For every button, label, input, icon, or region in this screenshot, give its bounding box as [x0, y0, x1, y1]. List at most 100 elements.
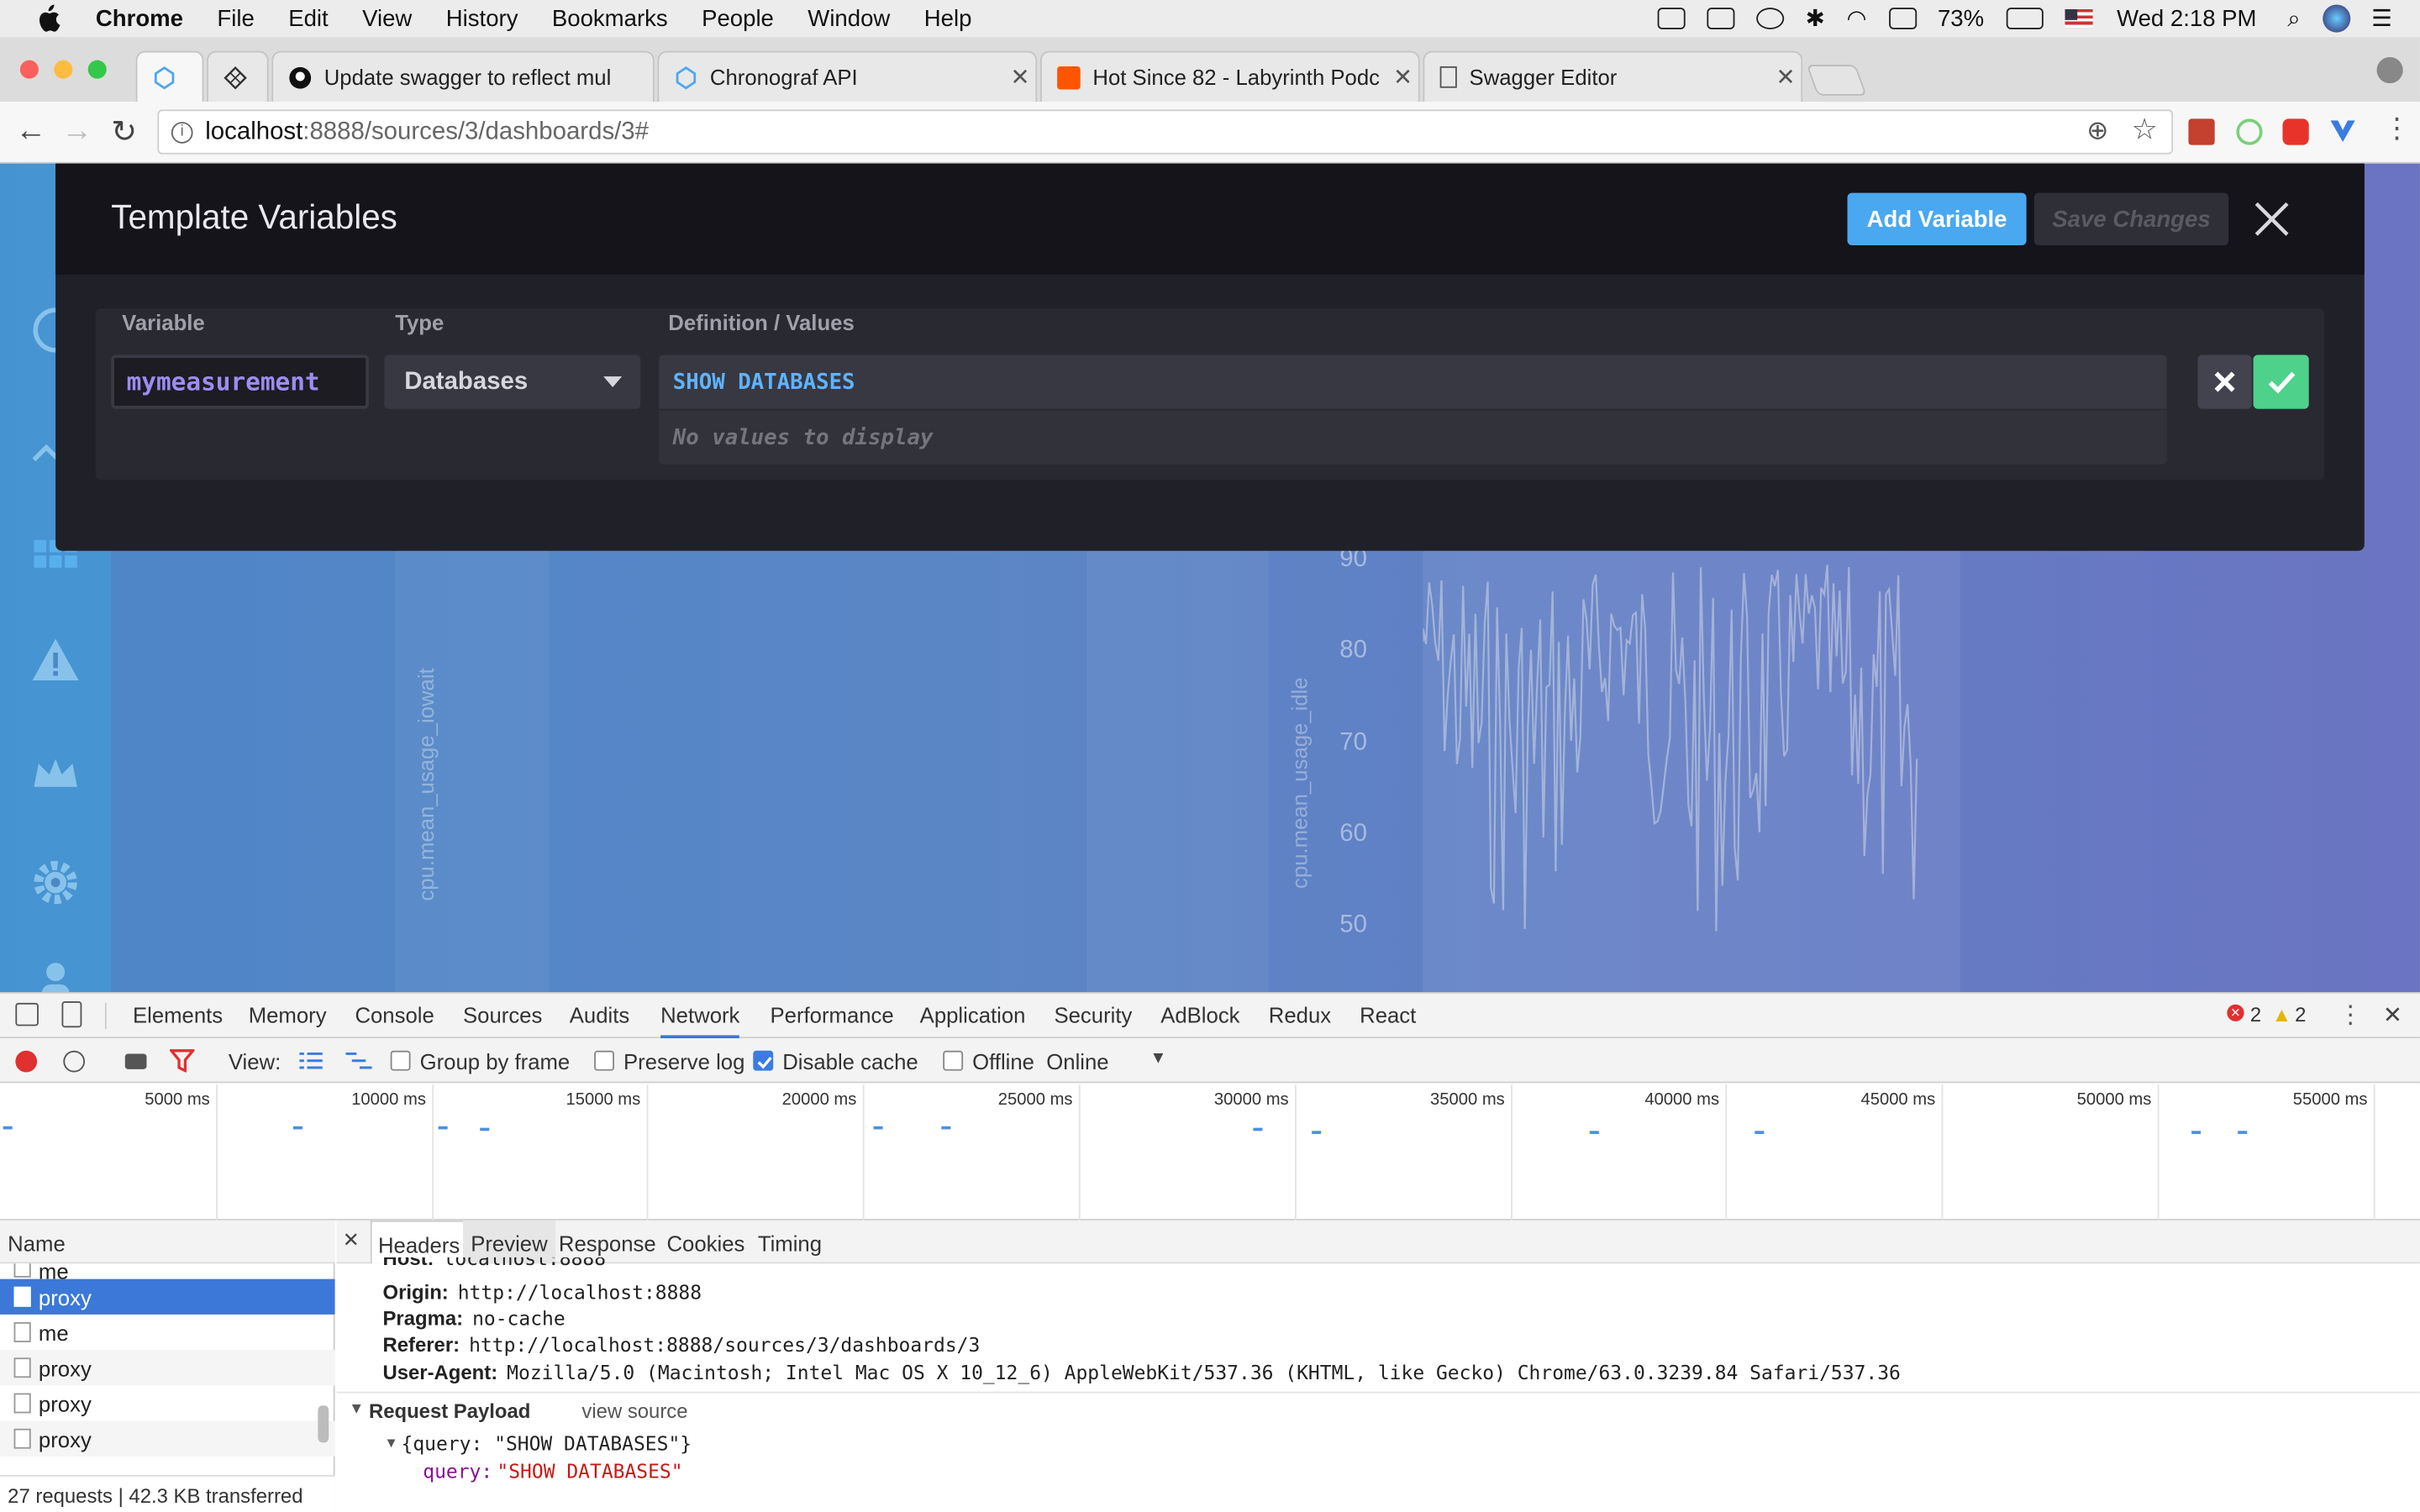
- apple-icon[interactable]: [34, 4, 61, 33]
- menu-edit[interactable]: Edit: [288, 5, 328, 31]
- notification-center-icon[interactable]: ☰: [2371, 5, 2392, 32]
- request-row[interactable]: me: [0, 1315, 335, 1350]
- tab-audits[interactable]: Audits: [570, 1003, 629, 1027]
- user-icon[interactable]: [28, 953, 83, 992]
- waterfall-icon[interactable]: [345, 1052, 372, 1069]
- tab-response[interactable]: Response: [559, 1231, 656, 1256]
- chrome-menu-icon[interactable]: ⋮: [2383, 113, 2411, 145]
- tab-close-icon[interactable]: ✕: [1387, 63, 1418, 91]
- type-dropdown[interactable]: Databases: [384, 354, 641, 409]
- menu-people[interactable]: People: [702, 5, 774, 31]
- save-changes-button[interactable]: Save Changes: [2033, 192, 2229, 246]
- expand-triangle-icon[interactable]: ▼: [384, 1435, 397, 1450]
- list-view-icon[interactable]: [299, 1052, 323, 1069]
- tab-security[interactable]: Security: [1054, 1003, 1132, 1027]
- extension-icon[interactable]: [2188, 118, 2215, 145]
- extension-icon[interactable]: [2236, 118, 2263, 145]
- facetime-icon[interactable]: [1657, 8, 1686, 29]
- tab-chronograf-api[interactable]: Chronograf API ✕: [657, 50, 1038, 102]
- alert-icon[interactable]: [28, 633, 83, 688]
- tab-elements[interactable]: Elements: [133, 1003, 223, 1027]
- offline-checkbox[interactable]: [943, 1050, 964, 1071]
- tab-chronograf[interactable]: [135, 50, 204, 102]
- tab-close-icon[interactable]: ✕: [1005, 63, 1036, 91]
- clock[interactable]: Wed 2:18 PM: [2117, 5, 2256, 31]
- devtools-menu-icon[interactable]: ⋮: [2338, 1000, 2363, 1031]
- warning-icon[interactable]: ▲: [2272, 1003, 2292, 1026]
- request-row[interactable]: proxy: [0, 1420, 335, 1457]
- request-payload-title[interactable]: Request Payload: [369, 1399, 530, 1423]
- view-source-link[interactable]: view source: [581, 1399, 687, 1423]
- collapse-triangle-icon[interactable]: ▼: [349, 1401, 364, 1418]
- error-icon[interactable]: ✕: [2227, 1004, 2244, 1021]
- inspect-element-icon[interactable]: [15, 1002, 39, 1026]
- tab-cookies[interactable]: Cookies: [666, 1231, 744, 1256]
- minimize-window-button[interactable]: [54, 60, 73, 79]
- query-input[interactable]: SHOW DATABASES: [659, 354, 2167, 409]
- tab-memory[interactable]: Memory: [249, 1003, 327, 1027]
- tab-sources[interactable]: Sources: [463, 1003, 542, 1027]
- variable-name-input[interactable]: mymeasurement: [111, 354, 369, 409]
- airplay-icon[interactable]: [1888, 8, 1917, 29]
- tab-soundcloud[interactable]: Hot Since 82 - Labyrinth Podc ✕: [1039, 50, 1420, 102]
- menu-window[interactable]: Window: [808, 5, 890, 31]
- group-by-frame-checkbox[interactable]: [390, 1050, 411, 1071]
- menu-history[interactable]: History: [446, 5, 518, 31]
- tab-pinned-2[interactable]: [207, 50, 269, 102]
- name-column-header[interactable]: Name: [0, 1220, 335, 1264]
- gear-icon[interactable]: [28, 855, 83, 911]
- tab-close-icon[interactable]: ✕: [1770, 63, 1802, 91]
- tab-timing[interactable]: Timing: [758, 1231, 822, 1256]
- bluetooth-icon[interactable]: ✱: [1806, 5, 1825, 32]
- tab-network[interactable]: Network: [660, 1003, 740, 1039]
- tab-github[interactable]: Update swagger to reflect mul: [271, 50, 655, 102]
- menu-bookmarks[interactable]: Bookmarks: [552, 5, 668, 31]
- close-window-button[interactable]: [19, 60, 39, 79]
- wifi-icon[interactable]: ◠: [1846, 5, 1866, 32]
- zoom-icon[interactable]: ⊕: [2086, 116, 2108, 147]
- caret-down-icon[interactable]: ▼: [1150, 1049, 1166, 1068]
- menu-help[interactable]: Help: [924, 5, 972, 31]
- forward-arrow-icon[interactable]: →: [61, 114, 92, 150]
- tab-application[interactable]: Application: [920, 1003, 1026, 1027]
- add-variable-button[interactable]: Add Variable: [1847, 192, 2027, 246]
- scrollbar[interactable]: [318, 1405, 329, 1443]
- record-button[interactable]: [15, 1050, 38, 1073]
- address-bar[interactable]: i localhost:8888/sources/3/dashboards/3#: [157, 109, 2174, 155]
- menu-chrome[interactable]: Chrome: [96, 5, 183, 31]
- request-row[interactable]: proxy: [0, 1385, 335, 1420]
- device-toolbar-icon[interactable]: [61, 1001, 82, 1028]
- disable-cache-checkbox[interactable]: [753, 1050, 774, 1071]
- zoom-window-button[interactable]: [87, 60, 107, 79]
- request-row[interactable]: proxy: [0, 1350, 335, 1386]
- cancel-row-button[interactable]: [2197, 354, 2252, 409]
- tab-performance[interactable]: Performance: [771, 1003, 894, 1027]
- screenshot-camera-icon[interactable]: [124, 1053, 147, 1069]
- clear-icon[interactable]: [63, 1050, 86, 1073]
- tab-swagger-editor[interactable]: Swagger Editor ✕: [1423, 50, 1803, 102]
- info-icon[interactable]: i: [171, 121, 193, 143]
- battery-icon[interactable]: [2005, 8, 2043, 29]
- close-devtools-icon[interactable]: ✕: [2383, 1001, 2402, 1029]
- request-row[interactable]: proxy: [0, 1278, 335, 1315]
- menu-file[interactable]: File: [217, 5, 254, 31]
- close-icon[interactable]: [2250, 197, 2293, 240]
- record-icon[interactable]: [1707, 8, 1735, 29]
- reload-icon[interactable]: ↻: [111, 113, 137, 151]
- spotlight-icon[interactable]: ⌕: [2287, 5, 2300, 31]
- filter-icon[interactable]: [170, 1049, 195, 1073]
- tab-react[interactable]: React: [1360, 1003, 1416, 1027]
- flag-icon[interactable]: [2064, 9, 2092, 29]
- payload-object[interactable]: {query: "SHOW DATABASES"}: [402, 1431, 692, 1455]
- back-arrow-icon[interactable]: ←: [15, 114, 46, 150]
- profile-icon[interactable]: [2376, 56, 2403, 84]
- confirm-row-button[interactable]: [2253, 354, 2309, 409]
- tab-adblock[interactable]: AdBlock: [1160, 1003, 1239, 1027]
- request-row[interactable]: me: [0, 1263, 335, 1279]
- bookmark-star-icon[interactable]: ☆: [2131, 113, 2157, 148]
- menu-view[interactable]: View: [362, 5, 412, 31]
- new-tab-button[interactable]: [1806, 65, 1867, 96]
- preserve-log-checkbox[interactable]: [594, 1050, 615, 1071]
- tab-redux[interactable]: Redux: [1269, 1003, 1331, 1027]
- extension-icon[interactable]: [2330, 120, 2355, 142]
